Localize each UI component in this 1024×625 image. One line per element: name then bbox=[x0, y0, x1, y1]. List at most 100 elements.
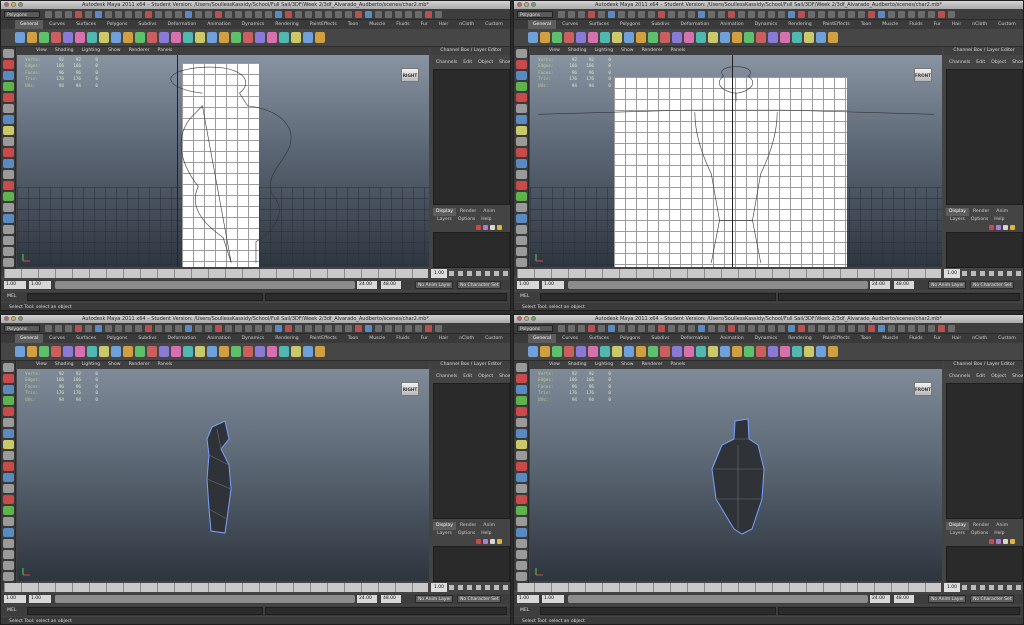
shelf-tool-icon[interactable] bbox=[195, 32, 205, 43]
toolbox-tool-icon[interactable] bbox=[2, 203, 14, 212]
prev-key-icon[interactable] bbox=[467, 271, 472, 276]
layer-options-icon[interactable] bbox=[996, 539, 1001, 544]
toolbox-tool-icon[interactable] bbox=[2, 115, 14, 124]
shelf-tool-icon[interactable] bbox=[708, 32, 718, 43]
shelf-tool-icon[interactable] bbox=[744, 346, 754, 357]
status-line-tool-icon[interactable] bbox=[205, 11, 212, 18]
shelf-tab[interactable]: Toon bbox=[856, 334, 877, 343]
viewport[interactable]: Verts: 92 92 0 Edges: 166 166 0 Faces: 96 96 0 Tris:… bbox=[530, 369, 942, 581]
layer-tab[interactable]: Anim bbox=[480, 522, 498, 530]
status-line-tool-icon[interactable] bbox=[185, 11, 192, 18]
status-line-tool-icon[interactable] bbox=[878, 11, 885, 18]
shelf-tool-icon[interactable] bbox=[303, 346, 313, 357]
status-line-tool-icon[interactable] bbox=[638, 11, 645, 18]
shelf-tool-icon[interactable] bbox=[255, 346, 265, 357]
shelf-tab[interactable]: Polygons bbox=[615, 20, 645, 29]
shelf-tool-icon[interactable] bbox=[552, 346, 562, 357]
toolbox-tool-icon[interactable] bbox=[515, 473, 527, 482]
status-line-tool-icon[interactable] bbox=[608, 325, 615, 332]
status-line-tool-icon[interactable] bbox=[355, 325, 362, 332]
status-line-tool-icon[interactable] bbox=[385, 325, 392, 332]
zoom-icon[interactable] bbox=[531, 2, 536, 7]
status-line-tool-icon[interactable] bbox=[255, 325, 262, 332]
shelf-tool-icon[interactable] bbox=[111, 32, 121, 43]
shelf-tab[interactable]: General bbox=[15, 20, 44, 29]
shelf-tool-icon[interactable] bbox=[75, 32, 85, 43]
status-line-tool-icon[interactable] bbox=[748, 325, 755, 332]
status-line-tool-icon[interactable] bbox=[125, 325, 132, 332]
range-slider[interactable] bbox=[568, 595, 868, 603]
viewport-menu-item[interactable]: View bbox=[33, 47, 50, 55]
shelf-tab[interactable]: Surfaces bbox=[584, 334, 614, 343]
shelf-tool-icon[interactable] bbox=[207, 346, 217, 357]
status-line-tool-icon[interactable] bbox=[778, 325, 785, 332]
toolbox-tool-icon[interactable] bbox=[2, 247, 14, 256]
shelf-tab[interactable]: Deformation bbox=[675, 334, 714, 343]
shelf-tool-icon[interactable] bbox=[279, 32, 289, 43]
shelf-tab[interactable]: nCloth bbox=[967, 20, 992, 29]
end-time-field[interactable]: 48.00 bbox=[894, 595, 914, 603]
status-line-tool-icon[interactable] bbox=[75, 11, 82, 18]
shelf-tool-icon[interactable] bbox=[231, 32, 241, 43]
shelf-tool-icon[interactable] bbox=[528, 32, 538, 43]
toolbox-tool-icon[interactable] bbox=[515, 192, 527, 201]
viewport-menu-item[interactable]: View bbox=[33, 361, 50, 369]
shelf-tool-icon[interactable] bbox=[219, 32, 229, 43]
status-line-tool-icon[interactable] bbox=[718, 325, 725, 332]
shelf-tool-icon[interactable] bbox=[27, 346, 37, 357]
shelf-tab[interactable]: Curves bbox=[557, 334, 583, 343]
command-input[interactable] bbox=[540, 293, 776, 301]
status-line-tool-icon[interactable] bbox=[658, 11, 665, 18]
status-line-tool-icon[interactable] bbox=[425, 325, 432, 332]
status-line-tool-icon[interactable] bbox=[135, 325, 142, 332]
shelf-tool-icon[interactable] bbox=[171, 32, 181, 43]
toolbox-tool-icon[interactable] bbox=[2, 440, 14, 449]
status-line-tool-icon[interactable] bbox=[918, 11, 925, 18]
status-line-tool-icon[interactable] bbox=[145, 11, 152, 18]
selected-layer-icon[interactable] bbox=[497, 539, 502, 544]
shelf-tool-icon[interactable] bbox=[756, 32, 766, 43]
channel-box-menu-item[interactable]: Channels bbox=[947, 59, 972, 67]
toolbox-tool-icon[interactable] bbox=[515, 60, 527, 69]
shelf-tool-icon[interactable] bbox=[15, 346, 25, 357]
go-start-icon[interactable] bbox=[449, 585, 454, 590]
status-line-tool-icon[interactable] bbox=[85, 325, 92, 332]
shelf-tool-icon[interactable] bbox=[63, 346, 73, 357]
toolbox-tool-icon[interactable] bbox=[2, 93, 14, 102]
status-line-tool-icon[interactable] bbox=[828, 325, 835, 332]
status-line-tool-icon[interactable] bbox=[948, 325, 955, 332]
status-line-tool-icon[interactable] bbox=[818, 325, 825, 332]
shelf-tool-icon[interactable] bbox=[828, 32, 838, 43]
layer-tab[interactable]: Render bbox=[970, 208, 992, 216]
shelf-tool-icon[interactable] bbox=[600, 346, 610, 357]
status-line-tool-icon[interactable] bbox=[315, 11, 322, 18]
selected-layer-icon[interactable] bbox=[497, 225, 502, 230]
status-line-tool-icon[interactable] bbox=[808, 325, 815, 332]
new-layer-icon[interactable] bbox=[989, 225, 994, 230]
channel-box-panel[interactable] bbox=[433, 383, 510, 519]
empty-layer-icon[interactable] bbox=[490, 225, 495, 230]
step-forward-icon[interactable] bbox=[1016, 585, 1021, 590]
range-start-field[interactable]: 1.00 bbox=[29, 595, 51, 603]
toolbox-tool-icon[interactable] bbox=[2, 451, 14, 460]
minimize-icon[interactable] bbox=[524, 2, 529, 7]
command-language-label[interactable]: MEL bbox=[520, 606, 529, 616]
status-line-tool-icon[interactable] bbox=[395, 11, 402, 18]
shelf-tab[interactable]: Curves bbox=[44, 20, 70, 29]
toolbox-tool-icon[interactable] bbox=[515, 49, 527, 58]
shelf-tab[interactable]: Muscle bbox=[877, 20, 903, 29]
toolbox-tool-icon[interactable] bbox=[2, 159, 14, 168]
shelf-tool-icon[interactable] bbox=[816, 346, 826, 357]
status-line-tool-icon[interactable] bbox=[558, 325, 565, 332]
status-line-tool-icon[interactable] bbox=[115, 325, 122, 332]
layer-list[interactable] bbox=[433, 232, 510, 268]
toolbox-tool-icon[interactable] bbox=[2, 484, 14, 493]
status-line-tool-icon[interactable] bbox=[275, 11, 282, 18]
play-back-icon[interactable] bbox=[476, 271, 481, 276]
status-line-tool-icon[interactable] bbox=[85, 11, 92, 18]
shelf-tab[interactable]: Fur bbox=[416, 334, 433, 343]
channel-box-menu-item[interactable]: Edit bbox=[461, 59, 474, 67]
status-line-tool-icon[interactable] bbox=[195, 11, 202, 18]
shelf-tab[interactable]: Fluids bbox=[391, 334, 414, 343]
status-line-tool-icon[interactable] bbox=[115, 11, 122, 18]
